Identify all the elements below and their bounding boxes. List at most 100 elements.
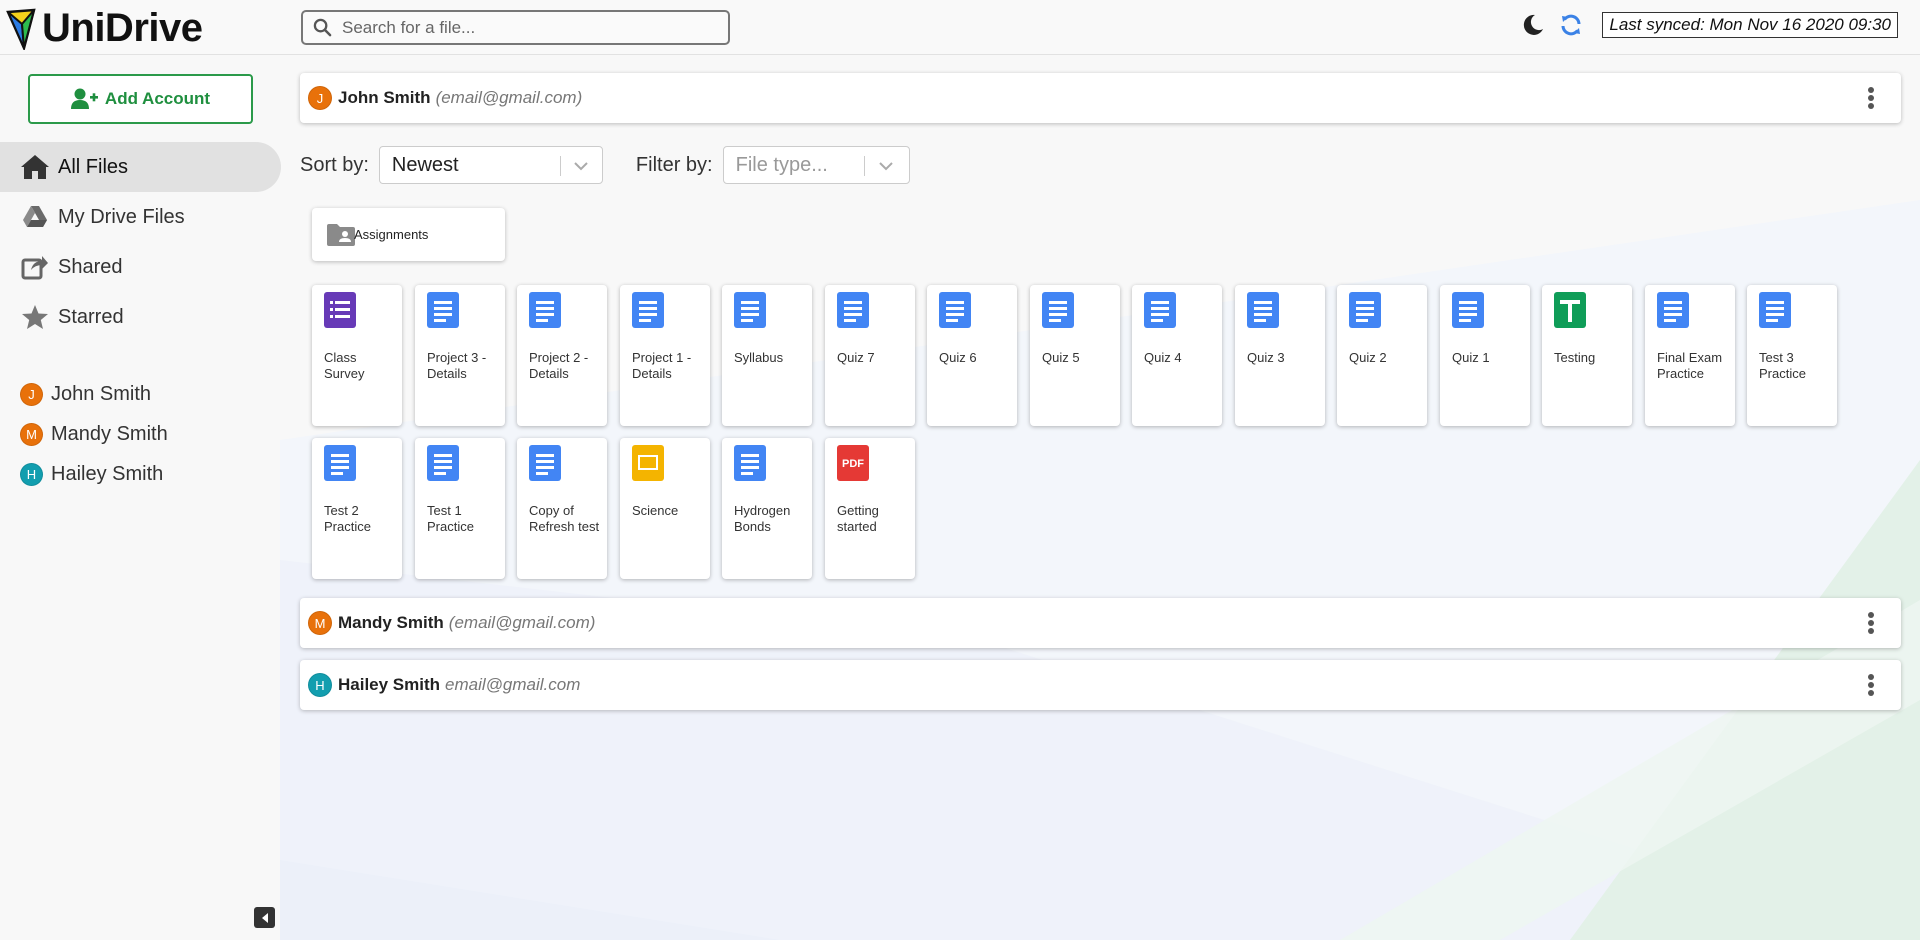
more-options-button[interactable] bbox=[1867, 674, 1875, 696]
avatar: J bbox=[308, 86, 332, 110]
file-card[interactable]: Final Exam Practice bbox=[1645, 285, 1735, 426]
file-name: Getting started bbox=[837, 503, 879, 534]
refresh-button[interactable] bbox=[1558, 12, 1584, 38]
google-drive-icon bbox=[20, 202, 50, 232]
file-name: Test 1 Practice bbox=[427, 503, 474, 534]
file-card[interactable]: Class Survey bbox=[312, 285, 402, 426]
file-card[interactable]: Quiz 5 bbox=[1030, 285, 1120, 426]
google-doc-icon bbox=[734, 292, 766, 328]
google-doc-icon bbox=[529, 292, 561, 328]
avatar: H bbox=[308, 673, 332, 697]
more-options-button[interactable] bbox=[1867, 612, 1875, 634]
file-card[interactable]: Test 1 Practice bbox=[415, 438, 505, 579]
file-card[interactable]: Quiz 4 bbox=[1132, 285, 1222, 426]
svg-text:PDF: PDF bbox=[842, 458, 864, 470]
sort-select[interactable]: Newest bbox=[378, 146, 603, 184]
file-name: Test 2 Practice bbox=[324, 503, 371, 534]
pdf-icon: PDF bbox=[837, 445, 869, 481]
google-doc-icon bbox=[632, 292, 664, 328]
file-card[interactable]: Test 2 Practice bbox=[312, 438, 402, 579]
google-doc-icon bbox=[1042, 292, 1074, 328]
file-card[interactable]: Science bbox=[620, 438, 710, 579]
account-name: John Smith bbox=[51, 382, 152, 405]
filter-label: Filter by: bbox=[635, 153, 713, 176]
caret-left-icon bbox=[261, 912, 268, 923]
account-list: J John Smith M Mandy Smith H Hailey Smit… bbox=[20, 374, 168, 494]
add-account-button[interactable]: Add Account bbox=[28, 74, 253, 124]
file-card[interactable]: PDF Getting started bbox=[825, 438, 915, 579]
search-bar[interactable] bbox=[301, 10, 730, 45]
nav-label: All Files bbox=[58, 155, 129, 178]
nav-starred[interactable]: Starred bbox=[0, 292, 281, 342]
file-card[interactable]: Test 3 Practice bbox=[1747, 285, 1837, 426]
search-input[interactable] bbox=[342, 17, 702, 38]
file-card[interactable]: Project 1 - Details bbox=[620, 285, 710, 426]
chevron-down-icon bbox=[878, 162, 893, 171]
nav-all-files[interactable]: All Files bbox=[0, 142, 281, 192]
file-name: Hydrogen Bonds bbox=[734, 503, 791, 534]
account-name: John Smith bbox=[338, 88, 431, 107]
file-card[interactable]: Project 2 - Details bbox=[517, 285, 607, 426]
avatar: M bbox=[20, 422, 43, 446]
account-header-hailey[interactable]: H Hailey Smith email@gmail.com bbox=[300, 660, 1901, 710]
file-card[interactable]: Quiz 6 bbox=[927, 285, 1017, 426]
nav-shared[interactable]: Shared bbox=[0, 242, 281, 292]
file-name: Quiz 3 bbox=[1247, 350, 1285, 365]
file-name: Quiz 2 bbox=[1349, 350, 1387, 365]
google-doc-icon bbox=[324, 445, 356, 481]
last-synced-status: Last synced: Mon Nov 16 2020 09:30 bbox=[1602, 12, 1898, 38]
nav-label: My Drive Files bbox=[58, 205, 185, 228]
collapse-sidebar-button[interactable] bbox=[254, 907, 275, 928]
account-name: Hailey Smith bbox=[51, 462, 164, 485]
avatar: H bbox=[20, 462, 43, 486]
file-name: Class Survey bbox=[324, 350, 365, 381]
google-doc-icon bbox=[1247, 292, 1279, 328]
dark-mode-toggle[interactable] bbox=[1520, 12, 1546, 38]
file-name: Copy of Refresh test bbox=[529, 503, 600, 534]
avatar: M bbox=[308, 611, 332, 635]
main-content: J John Smith (email@gmail.com) Sort by: … bbox=[300, 73, 1901, 710]
file-card[interactable]: Copy of Refresh test bbox=[517, 438, 607, 579]
google-sheet-icon bbox=[1554, 292, 1586, 328]
file-card[interactable]: Project 3 - Details bbox=[415, 285, 505, 426]
google-doc-icon bbox=[1144, 292, 1176, 328]
filter-placeholder: File type... bbox=[735, 153, 828, 176]
google-doc-icon bbox=[1452, 292, 1484, 328]
file-name: Syllabus bbox=[734, 350, 784, 365]
folder-card[interactable]: Assignments bbox=[312, 208, 505, 261]
avatar: J bbox=[20, 382, 43, 406]
account-header-john[interactable]: J John Smith (email@gmail.com) bbox=[300, 73, 1901, 123]
file-name: Quiz 6 bbox=[939, 350, 977, 365]
sidebar-account-mandy[interactable]: M Mandy Smith bbox=[20, 414, 168, 454]
chevron-down-icon bbox=[574, 162, 588, 171]
file-card[interactable]: Quiz 7 bbox=[825, 285, 915, 426]
file-card[interactable]: Testing bbox=[1542, 285, 1632, 426]
file-card[interactable]: Syllabus bbox=[722, 285, 812, 426]
search-icon bbox=[313, 18, 332, 37]
file-card[interactable]: Quiz 3 bbox=[1235, 285, 1325, 426]
nav-my-drive-files[interactable]: My Drive Files bbox=[0, 192, 281, 242]
more-options-button[interactable] bbox=[1867, 87, 1875, 109]
file-card[interactable]: Hydrogen Bonds bbox=[722, 438, 812, 579]
file-name: Testing bbox=[1554, 350, 1596, 365]
add-user-icon bbox=[70, 88, 98, 109]
nav-label: Shared bbox=[58, 255, 123, 278]
account-name: Mandy Smith bbox=[51, 422, 168, 445]
sidebar-account-hailey[interactable]: H Hailey Smith bbox=[20, 454, 168, 494]
file-card[interactable]: Quiz 1 bbox=[1440, 285, 1530, 426]
google-doc-icon bbox=[939, 292, 971, 328]
google-doc-icon bbox=[1349, 292, 1381, 328]
unidrive-logo-icon bbox=[6, 8, 36, 50]
app-logo[interactable]: UniDrive bbox=[4, 6, 203, 51]
star-icon bbox=[20, 302, 50, 332]
folder-name: Assignments bbox=[354, 227, 429, 242]
file-card[interactable]: Quiz 2 bbox=[1337, 285, 1427, 426]
refresh-icon bbox=[1561, 14, 1581, 36]
account-name: Mandy Smith bbox=[338, 613, 444, 632]
google-doc-icon bbox=[1759, 292, 1791, 328]
sidebar-account-john[interactable]: J John Smith bbox=[20, 374, 168, 414]
filter-select[interactable]: File type... bbox=[722, 146, 910, 184]
sidebar-nav: All Files My Drive Files Shared Starred bbox=[0, 142, 281, 342]
account-header-mandy[interactable]: M Mandy Smith (email@gmail.com) bbox=[300, 598, 1901, 648]
file-name: Project 3 - Details bbox=[427, 350, 487, 381]
